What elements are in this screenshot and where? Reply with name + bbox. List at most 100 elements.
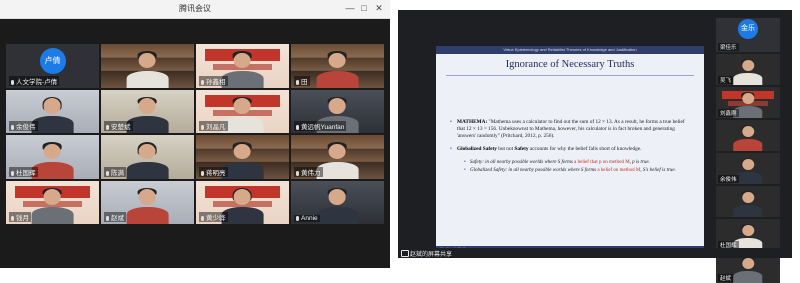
video-tile[interactable]: 黄少骅 (196, 180, 289, 224)
participant-name: 蒋明亮 (199, 166, 228, 177)
participant-name-text: 吴飞 (720, 78, 732, 84)
sidebar-video-tile[interactable]: 刘鑫刚 (716, 87, 780, 118)
participant-name: 钱月 (9, 212, 31, 222)
participant-video (221, 187, 264, 224)
video-tile[interactable]: 黄伟力 (291, 135, 384, 179)
microphone-icon (296, 170, 299, 176)
participant-name-text: 杜国辉 (16, 169, 36, 177)
microphone-icon (201, 170, 204, 176)
sidebar-video-tile[interactable]: 杜国辉 (716, 219, 780, 250)
sidebar-video-tile[interactable]: 余俊伟 (716, 153, 780, 184)
participant-name: 赵斌 (104, 212, 126, 222)
slide-top-strip: Virtue Epistemology and Reliabilist Theo… (436, 46, 704, 54)
microphone-icon (201, 79, 204, 85)
participant-name: 梁佳乐 (718, 43, 739, 51)
participant-name: 人文学院-卢倩 (9, 75, 60, 86)
participant-sidebar: 金乐 梁佳乐吴飞刘鑫刚余俊伟杜国辉赵斌 (716, 18, 780, 283)
participant-name: 余俊伟 (718, 175, 739, 183)
slide-title: Ignorance of Necessary Truths (505, 59, 635, 70)
avatar: 卢倩 (39, 47, 66, 74)
participant-video (126, 142, 169, 179)
participant-video (316, 51, 359, 88)
participant-name-text: 黄少骅 (206, 215, 226, 222)
video-tile[interactable]: 刘晶凡 (196, 89, 289, 133)
microphone-icon (296, 125, 299, 130)
participant-name-text: 黄远帆Yuanfan (301, 124, 345, 131)
microphone-icon (11, 79, 14, 85)
participant-name-text: 黄伟力 (301, 169, 321, 177)
participant-name: 孙鑫相 (199, 75, 228, 86)
participant-name: 黄伟力 (294, 166, 323, 177)
slide-subbullet-global-safety: Globalized Safety: in all nearby possibl… (464, 168, 690, 175)
participant-name-text: 余俊伟 (16, 124, 36, 131)
microphone-icon (296, 79, 299, 85)
minimize-button[interactable]: — (344, 2, 356, 14)
participant-name-text: 刘晶凡 (206, 124, 226, 131)
participant-name: 陈满 (104, 166, 126, 177)
sidebar-video-tile[interactable] (716, 120, 780, 151)
video-tile[interactable]: 卢倩人文学院-卢倩 (6, 44, 99, 88)
microphone-icon (11, 216, 14, 221)
video-tile[interactable]: 余俊伟 (6, 89, 99, 133)
participant-name: 刘晶凡 (199, 121, 228, 131)
participant-name: 刘鑫刚 (718, 109, 739, 117)
video-tile[interactable]: 陈满 (101, 135, 194, 179)
sidebar-video-tile[interactable]: 金乐 梁佳乐 (716, 18, 780, 52)
video-tile[interactable]: 杜国辉 (6, 135, 99, 179)
maximize-button[interactable]: □ (358, 2, 370, 14)
participant-name: 黄少骅 (199, 212, 228, 222)
close-button[interactable]: ✕ (373, 2, 385, 14)
participant-video (221, 51, 264, 88)
microphone-icon (201, 216, 204, 221)
meeting-window-share: Virtue Epistemology and Reliabilist Theo… (398, 10, 792, 283)
video-tile[interactable]: 田 (291, 44, 384, 88)
participant-name-text: 赵斌 (111, 215, 124, 222)
participant-name: 余俊伟 (9, 121, 38, 131)
slide-bullet-globalized: Globalized Safety but not Safety account… (450, 146, 690, 153)
slide-top-strip-text: Virtue Epistemology and Reliabilist Theo… (503, 47, 637, 52)
participant-name-text: Annie (301, 215, 318, 222)
video-tile[interactable]: 赵斌 (101, 180, 194, 224)
participant-video (316, 187, 359, 224)
participant-name-text: 赵斌 (720, 276, 732, 282)
participant-name: 吴飞 (718, 76, 734, 84)
participant-video (31, 142, 74, 179)
participant-video (733, 257, 763, 283)
participant-name: 黄远帆Yuanfan (294, 121, 347, 131)
video-tile[interactable] (101, 44, 194, 88)
microphone-icon (11, 125, 14, 130)
participant-video (221, 96, 264, 133)
window-title: 腾讯会议 (179, 4, 211, 13)
screen-share-label: 赵斌的屏幕共享 (410, 252, 453, 258)
microphone-icon (11, 170, 14, 176)
video-grid: 卢倩 人文学院-卢倩 孙鑫相田余俊伟 安楚斌 刘晶凡 黄远帆Yuanfan 杜国辉 陈满 蒋明亮… (6, 44, 384, 224)
video-tile[interactable]: 安楚斌 (101, 89, 194, 133)
video-tile[interactable]: 蒋明亮 (196, 135, 289, 179)
title-bar: 腾讯会议 — □ ✕ (0, 0, 390, 19)
video-tile[interactable]: 孙鑫相 (196, 44, 289, 88)
participant-name: 安楚斌 (104, 121, 133, 131)
microphone-icon (201, 125, 204, 130)
video-tile[interactable]: 钱月 (6, 180, 99, 224)
sidebar-video-tile[interactable] (716, 186, 780, 217)
participant-video (126, 187, 169, 224)
microphone-icon (106, 216, 109, 221)
microphone-icon (296, 216, 299, 221)
participant-video (733, 125, 763, 151)
participant-name: 田 (294, 75, 310, 86)
participant-name-text: 安楚斌 (111, 124, 131, 131)
screen-share-bar: 赵斌的屏幕共享 (398, 248, 792, 258)
participant-name: Annie (294, 215, 320, 222)
video-tile[interactable]: 黄远帆Yuanfan (291, 89, 384, 133)
screen-share-icon (401, 250, 409, 257)
participant-name-text: 陈满 (111, 169, 124, 177)
slide-divider (446, 75, 694, 76)
slide-body: MATHEMA: "Mathema uses a calculator to f… (450, 119, 690, 177)
participant-video (221, 142, 264, 179)
sidebar-video-tile[interactable]: 吴飞 (716, 54, 780, 85)
meeting-window-gallery: 腾讯会议 — □ ✕ 卢倩 人文学院-卢倩 孙鑫相田余俊伟 安楚斌 刘晶凡 黄远帆Yuan… (0, 0, 390, 268)
video-tile[interactable]: Annie (291, 180, 384, 224)
participant-name-text: 孙鑫相 (206, 78, 226, 86)
participant-name-text: 人文学院-卢倩 (16, 78, 58, 86)
participant-name-text: 蒋明亮 (206, 169, 226, 177)
